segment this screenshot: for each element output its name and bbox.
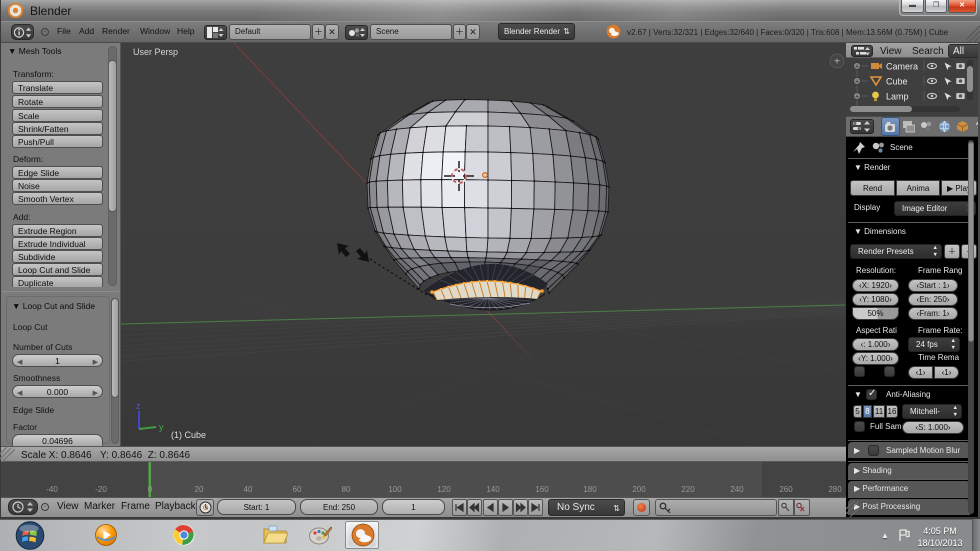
svg-text:120: 120 xyxy=(437,485,451,494)
svg-text:y: y xyxy=(159,422,164,432)
svg-text:+: + xyxy=(855,64,859,71)
svg-text:180: 180 xyxy=(583,485,597,494)
svg-text:220: 220 xyxy=(681,485,695,494)
svg-text:z: z xyxy=(136,401,141,411)
svg-text:-40: -40 xyxy=(46,485,58,494)
svg-text:40: 40 xyxy=(244,485,253,494)
svg-text:+: + xyxy=(855,94,859,101)
svg-text:0: 0 xyxy=(148,485,153,494)
svg-text:260: 260 xyxy=(779,485,793,494)
svg-text:Camera: Camera xyxy=(886,62,918,72)
svg-text:280: 280 xyxy=(828,485,842,494)
svg-text:-20: -20 xyxy=(95,485,107,494)
svg-text:20: 20 xyxy=(195,485,204,494)
svg-text:+: + xyxy=(855,79,859,86)
svg-text:160: 160 xyxy=(535,485,549,494)
svg-text:Cube: Cube xyxy=(886,77,908,87)
svg-text:User Persp: User Persp xyxy=(133,47,178,57)
svg-text:(1) Cube: (1) Cube xyxy=(171,430,206,440)
svg-text:+: + xyxy=(834,57,840,68)
svg-text:140: 140 xyxy=(486,485,500,494)
svg-text:Lamp: Lamp xyxy=(886,92,909,102)
svg-text:240: 240 xyxy=(730,485,744,494)
svg-text:200: 200 xyxy=(632,485,646,494)
svg-text:80: 80 xyxy=(342,485,351,494)
svg-text:60: 60 xyxy=(293,485,302,494)
svg-text:100: 100 xyxy=(388,485,402,494)
